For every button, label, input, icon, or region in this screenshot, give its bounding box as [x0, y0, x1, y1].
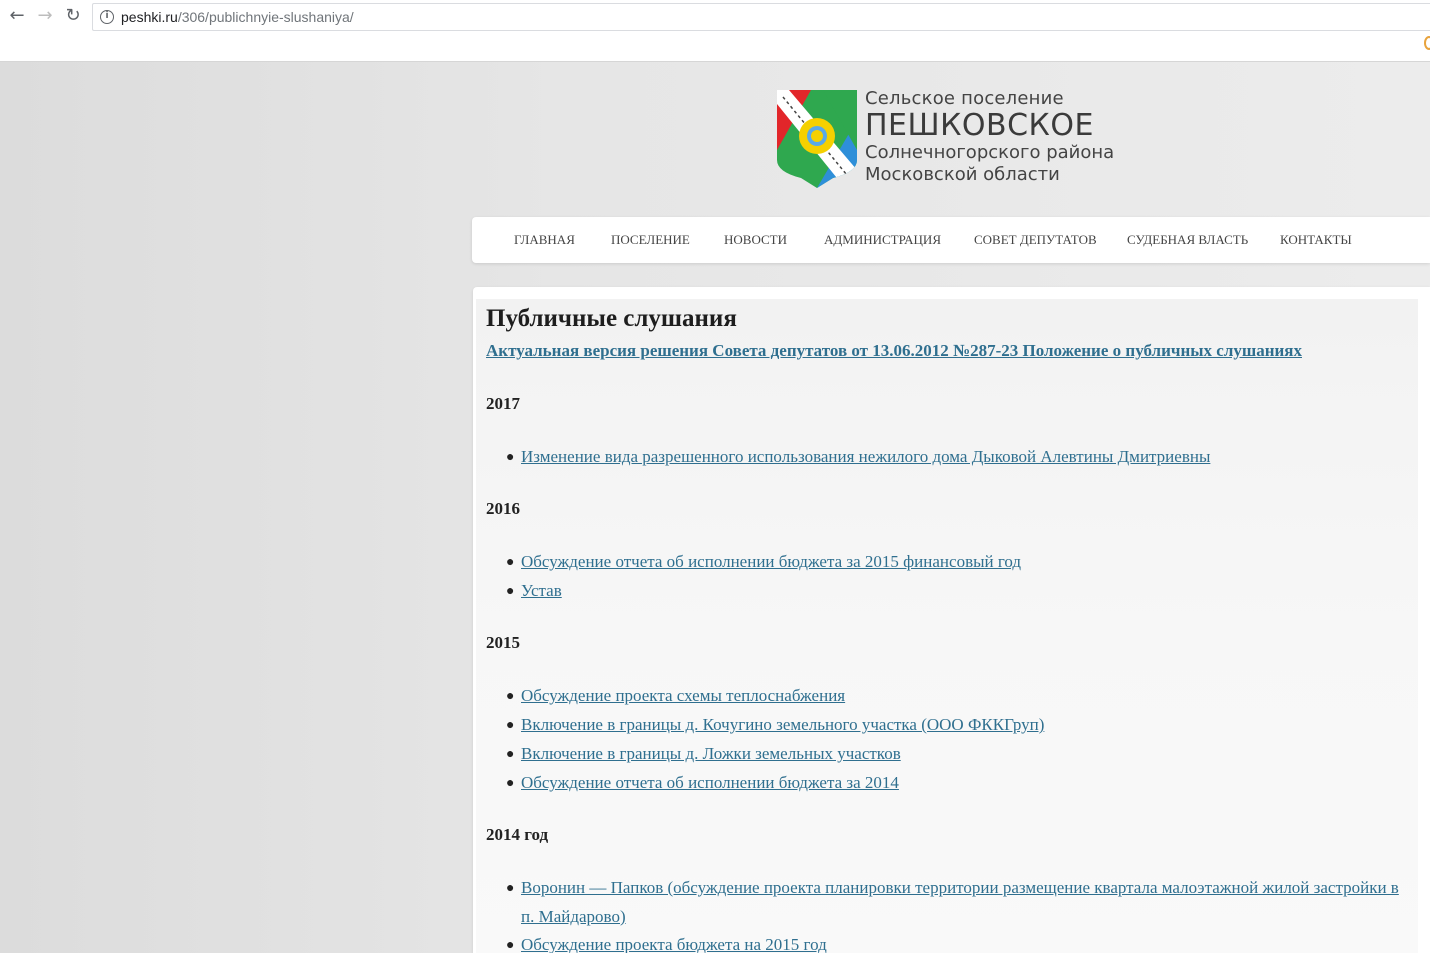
list-item: ● Включение в границы д. Кочугино земельн…: [506, 715, 1044, 735]
bullet-icon: ●: [506, 776, 515, 791]
year-heading-2017: 2017: [486, 394, 520, 413]
menu-item-settlement[interactable]: ПОСЕЛЕНИЕ: [611, 232, 690, 248]
bullet-icon: ●: [506, 718, 515, 733]
coat-of-arms-icon[interactable]: [777, 90, 857, 188]
hearing-link[interactable]: Воронин — Папков (обсуждение проекта пла…: [521, 878, 1399, 897]
bullet-icon: ●: [506, 584, 515, 599]
regulation-link[interactable]: Актуальная версия решения Совета депутат…: [486, 341, 1302, 361]
logo-line-4: Московской области: [865, 164, 1060, 185]
hearing-link[interactable]: Устав: [521, 581, 562, 600]
site-logo-text[interactable]: Сельское поселение ПЕШКОВСКОЕ Солнечного…: [865, 88, 1114, 186]
bullet-icon: ●: [506, 938, 515, 953]
menu-item-home[interactable]: ГЛАВНАЯ: [514, 232, 575, 248]
menu-item-contacts[interactable]: КОНТАКТЫ: [1280, 232, 1352, 248]
logo-line-1: Сельское поселение: [865, 88, 1064, 109]
bullet-icon: ●: [506, 881, 515, 896]
url-path: /306/publichnyie-slushaniya/: [177, 9, 354, 25]
list-item: ● Воронин — Папков (обсуждение проекта пл…: [506, 878, 1399, 898]
content-inner: [476, 299, 1418, 953]
url-text[interactable]: peshki.ru/306/publichnyie-slushaniya/: [121, 9, 354, 25]
menu-item-news[interactable]: НОВОСТИ: [724, 232, 787, 248]
list-item: ● Обсуждение отчета об исполнении бюджета…: [506, 773, 899, 793]
url-host: peshki.ru: [121, 9, 178, 25]
hearing-link-continued[interactable]: п. Майдарово): [521, 907, 626, 927]
back-arrow-icon[interactable]: ←: [5, 4, 29, 28]
logo-line-3: Солнечногорского района: [865, 142, 1115, 163]
logo-line-2: ПЕШКОВСКОЕ: [865, 108, 1094, 143]
hearing-link[interactable]: Изменение вида разрешенного использовани…: [521, 447, 1210, 466]
bullet-icon: ●: [506, 555, 515, 570]
list-item: ● Обсуждение проекта схемы теплоснабжения: [506, 686, 845, 706]
list-item: ● Обсуждение отчета об исполнении бюджета…: [506, 552, 1021, 572]
bullet-icon: ●: [506, 747, 515, 762]
hearing-link[interactable]: Включение в границы д. Кочугино земельно…: [521, 715, 1044, 734]
year-heading-2014: 2014 год: [486, 825, 549, 844]
year-heading-2016: 2016: [486, 499, 520, 518]
main-menu: ГЛАВНАЯ ПОСЕЛЕНИЕ НОВОСТИ АДМИНИСТРАЦИЯ …: [472, 217, 1430, 263]
content-panel: [473, 287, 1430, 953]
hearing-link[interactable]: Включение в границы д. Ложки земельных у…: [521, 744, 901, 763]
extension-icon[interactable]: [1424, 36, 1430, 50]
page-title: Публичные слушания: [486, 305, 737, 332]
list-item: ● Обсуждение проекта бюджета на 2015 год: [506, 935, 827, 953]
hearing-link[interactable]: Обсуждение проекта схемы теплоснабжения: [521, 686, 845, 705]
menu-item-administration[interactable]: АДМИНИСТРАЦИЯ: [824, 232, 941, 248]
hearing-link[interactable]: Обсуждение отчета об исполнении бюджета …: [521, 552, 1021, 571]
hearing-link[interactable]: Обсуждение проекта бюджета на 2015 год: [521, 935, 827, 953]
forward-arrow-icon[interactable]: →: [33, 4, 57, 28]
browser-toolbar: ← → ↻ i peshki.ru/306/publichnyie-slusha…: [0, 0, 1430, 62]
menu-item-council[interactable]: СОВЕТ ДЕПУТАТОВ: [974, 232, 1097, 248]
bullet-icon: ●: [506, 689, 515, 704]
menu-item-court[interactable]: СУДЕБНАЯ ВЛАСТЬ: [1127, 232, 1248, 248]
bullet-icon: ●: [506, 450, 515, 465]
list-item: ● Устав: [506, 581, 562, 601]
year-heading-2015: 2015: [486, 633, 520, 652]
list-item: ● Включение в границы д. Ложки земельных …: [506, 744, 901, 764]
list-item: ● Изменение вида разрешенного использован…: [506, 447, 1210, 467]
hearing-link[interactable]: Обсуждение отчета об исполнении бюджета …: [521, 773, 899, 792]
info-icon[interactable]: i: [100, 10, 114, 24]
reload-icon[interactable]: ↻: [61, 4, 85, 28]
address-bar[interactable]: i peshki.ru/306/publichnyie-slushaniya/: [92, 3, 1430, 31]
